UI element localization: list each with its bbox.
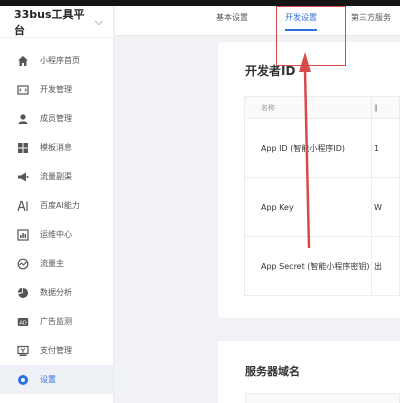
brand-switcher[interactable]: 33bus工具平台 ⌵: [0, 6, 113, 38]
row-value: W: [371, 177, 400, 237]
ai-icon: [16, 199, 29, 212]
sidebar-item-settings[interactable]: 设置: [0, 365, 113, 394]
row-value: 1: [371, 118, 400, 178]
traffic-icon: [16, 257, 29, 270]
sidebar-item-label: 广告监测: [40, 317, 72, 326]
sidebar: 33bus工具平台 ⌵ 小程序首页 开发管理 成员管理 模板消息 流量副渠 百度…: [0, 6, 114, 403]
sidebar-item-dev[interactable]: 开发管理: [0, 75, 113, 104]
settings-icon: [16, 373, 29, 386]
developer-id-table: 名称 ‖ App ID (智能小程序ID) 1 App Key W App Se…: [244, 96, 400, 296]
sidebar-item-label: 运维中心: [40, 230, 72, 239]
column-header-name: 名称: [244, 96, 372, 119]
table-row: App ID (智能小程序ID) 1: [244, 118, 400, 178]
sidebar-item-label: 成员管理: [40, 114, 72, 123]
monitor-icon: [16, 228, 29, 241]
sidebar-item-label: 流量副渠: [40, 172, 72, 181]
settings-tabs: 基本设置 开发设置 第三方服务: [115, 6, 400, 36]
sidebar-item-label: 支付管理: [40, 346, 72, 355]
ad-icon: AD: [16, 315, 29, 328]
annotation-highlight-box: [276, 6, 346, 66]
sidebar-item-label: 小程序首页: [40, 56, 80, 65]
table-row: App Secret (智能小程序密钥) 出: [244, 236, 400, 296]
sidebar-menu: 小程序首页 开发管理 成员管理 模板消息 流量副渠 百度AI能力 运维中心 流量…: [0, 38, 113, 394]
row-value: 出: [371, 236, 400, 296]
row-name: App ID (智能小程序ID): [244, 118, 372, 178]
tab-basic-settings[interactable]: 基本设置: [216, 12, 248, 29]
sidebar-item-members[interactable]: 成员管理: [0, 104, 113, 133]
sidebar-item-label: 百度AI能力: [40, 201, 80, 210]
table-header-row: 名称 ‖: [244, 96, 400, 119]
home-icon: [16, 54, 29, 67]
chevron-down-icon: ⌵: [94, 14, 103, 28]
section-title: 服务器域名: [245, 365, 300, 378]
table-row: App Key W: [244, 177, 400, 237]
sidebar-item-label: 模板消息: [40, 143, 72, 152]
column-header-value: ‖: [371, 96, 400, 119]
table-header-row: [245, 393, 400, 403]
sidebar-item-ai[interactable]: 百度AI能力: [0, 191, 113, 220]
sidebar-item-ads[interactable]: AD 广告监测: [0, 307, 113, 336]
row-name: App Secret (智能小程序密钥): [244, 236, 372, 296]
sidebar-item-label: 数据分析: [40, 288, 72, 297]
row-name: App Key: [244, 177, 372, 237]
sidebar-item-traffic-master[interactable]: 流量主: [0, 249, 113, 278]
tab-third-party[interactable]: 第三方服务: [351, 12, 391, 29]
brand-title: 33bus工具平台: [14, 7, 85, 37]
sidebar-item-template[interactable]: 模板消息: [0, 133, 113, 162]
sidebar-item-label: 流量主: [40, 259, 64, 268]
sidebar-item-ops[interactable]: 运维中心: [0, 220, 113, 249]
code-icon: [16, 83, 29, 96]
user-icon: [16, 112, 29, 125]
sidebar-item-label: 设置: [40, 375, 56, 384]
sidebar-item-label: 开发管理: [40, 85, 72, 94]
sidebar-item-traffic-channel[interactable]: 流量副渠: [0, 162, 113, 191]
sidebar-item-payment[interactable]: 支付管理: [0, 336, 113, 365]
sidebar-item-analytics[interactable]: 数据分析: [0, 278, 113, 307]
megaphone-icon: [16, 170, 29, 183]
template-icon: [16, 141, 29, 154]
payment-icon: [16, 344, 29, 357]
svg-text:AD: AD: [19, 320, 27, 326]
server-domain-card: 服务器域名: [218, 341, 400, 403]
sidebar-item-home[interactable]: 小程序首页: [0, 46, 113, 75]
pie-chart-icon: [16, 286, 29, 299]
